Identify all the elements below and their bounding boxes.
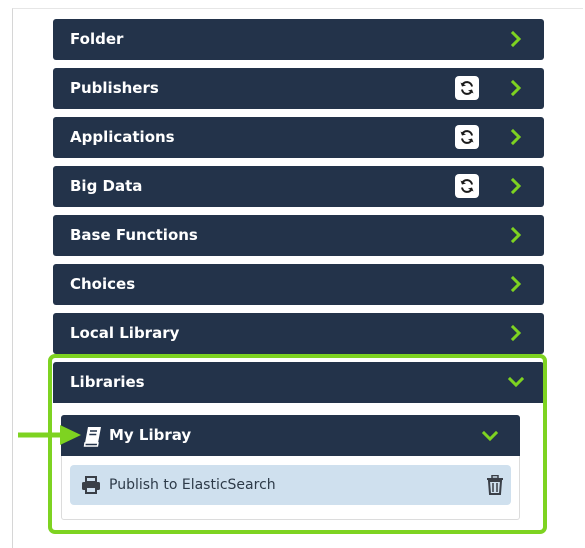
refresh-icon xyxy=(460,179,474,193)
refresh-button[interactable] xyxy=(455,174,479,198)
accordion-label: Choices xyxy=(70,275,136,293)
refresh-button[interactable] xyxy=(455,76,479,100)
chevron-right-icon[interactable] xyxy=(507,30,525,48)
refresh-icon xyxy=(460,130,474,144)
accordion-label: Local Library xyxy=(70,324,180,342)
accordion-label: Applications xyxy=(70,128,175,146)
chevron-right-icon[interactable] xyxy=(507,128,525,146)
accordion-local-library[interactable]: Local Library xyxy=(53,313,544,354)
accordion-big-data[interactable]: Big Data xyxy=(53,166,544,207)
refresh-button[interactable] xyxy=(455,125,479,149)
accordion-choices[interactable]: Choices xyxy=(53,264,544,305)
highlight-box xyxy=(48,354,547,534)
chevron-right-icon[interactable] xyxy=(507,79,525,97)
chevron-right-icon[interactable] xyxy=(507,226,525,244)
accordion-label: Base Functions xyxy=(70,226,198,244)
refresh-icon xyxy=(460,81,474,95)
arrow-annotation xyxy=(18,425,81,445)
accordion-label: Publishers xyxy=(70,79,159,97)
chevron-right-icon[interactable] xyxy=(507,324,525,342)
accordion-label: Big Data xyxy=(70,177,143,195)
accordion-folder[interactable]: Folder xyxy=(53,19,544,60)
accordion-base-functions[interactable]: Base Functions xyxy=(53,215,544,256)
accordion-label: Folder xyxy=(70,30,124,48)
chevron-right-icon[interactable] xyxy=(507,177,525,195)
accordion-publishers[interactable]: Publishers xyxy=(53,68,544,109)
chevron-right-icon[interactable] xyxy=(507,275,525,293)
accordion-applications[interactable]: Applications xyxy=(53,117,544,158)
